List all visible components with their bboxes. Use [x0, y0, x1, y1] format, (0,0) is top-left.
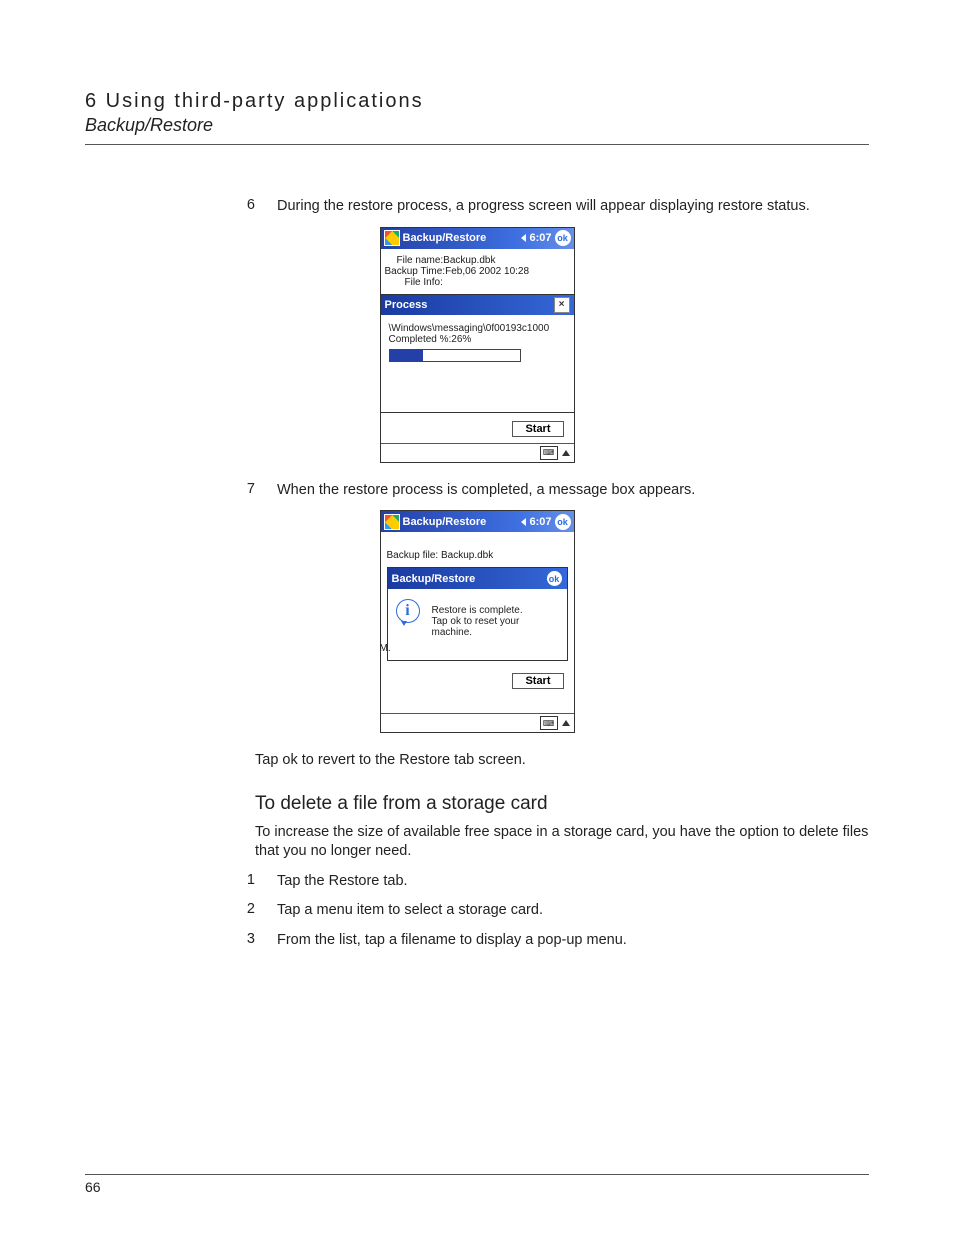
process-path: \Windows\messaging\0f00193c1000 [389, 323, 566, 334]
section-title: Backup/Restore [85, 115, 869, 136]
backup-file-line: Backup file: Backup.dbk [387, 550, 568, 561]
process-completed: Completed %:26% [389, 334, 566, 345]
up-arrow-icon[interactable] [562, 720, 570, 726]
titlebar: Backup/Restore 6:07 ok [381, 511, 574, 532]
pocketpc-screenshot: Backup/Restore 6:07 ok Backup file: Back… [380, 510, 575, 733]
step-text: During the restore process, a progress s… [277, 197, 869, 217]
step-text: Tap the Restore tab. [277, 872, 869, 892]
progress-bar [389, 349, 521, 362]
taskbar: ⌨ [381, 443, 574, 462]
speaker-icon[interactable] [521, 518, 526, 526]
process-dialog: Process × \Windows\messaging\0f00193c100… [380, 294, 575, 413]
header-rule [85, 144, 869, 145]
delete-step-2: 2 Tap a menu item to select a storage ca… [85, 901, 869, 921]
progress-fill [390, 350, 424, 361]
dialog-titlebar: Backup/Restore ok [388, 568, 567, 589]
keyboard-icon[interactable]: ⌨ [540, 446, 558, 460]
process-title: Process [385, 299, 428, 311]
ok-button[interactable]: ok [555, 230, 571, 246]
process-titlebar: Process × [381, 295, 574, 315]
step-text: When the restore process is completed, a… [277, 481, 869, 501]
figure-complete-message: Backup/Restore 6:07 ok Backup file: Back… [85, 510, 869, 733]
step-7: 7 When the restore process is completed,… [85, 481, 869, 501]
truncated-label: M. [380, 643, 391, 654]
step-text: Tap a menu item to select a storage card… [277, 901, 869, 921]
app-title: Backup/Restore [403, 516, 487, 528]
subheading-delete-file: To delete a file from a storage card [255, 793, 869, 815]
close-icon[interactable]: × [554, 297, 570, 313]
page-header: 6 Using third-party applications Backup/… [85, 90, 869, 145]
dialog-title: Backup/Restore [392, 573, 476, 585]
step-number: 2 [85, 901, 277, 921]
step-number: 1 [85, 872, 277, 892]
pocketpc-screenshot: Backup/Restore 6:07 ok File name:Backup.… [380, 227, 575, 463]
step-number: 6 [85, 197, 277, 217]
step-6: 6 During the restore process, a progress… [85, 197, 869, 217]
app-title: Backup/Restore [403, 232, 487, 244]
up-arrow-icon[interactable] [562, 450, 570, 456]
keyboard-icon[interactable]: ⌨ [540, 716, 558, 730]
page-number: 66 [85, 1174, 869, 1195]
taskbar: ⌨ [381, 713, 574, 732]
start-button[interactable]: Start [512, 673, 563, 689]
file-name-line: File name:Backup.dbk [397, 255, 568, 266]
message-text: Restore is complete. Tap ok to reset you… [432, 605, 523, 638]
info-icon: i [396, 599, 420, 623]
step-number: 7 [85, 481, 277, 501]
start-button[interactable]: Start [512, 421, 563, 437]
start-flag-icon[interactable] [384, 230, 400, 246]
start-flag-icon[interactable] [384, 514, 400, 530]
subheading-paragraph: To increase the size of available free s… [255, 823, 869, 862]
delete-step-1: 1 Tap the Restore tab. [85, 872, 869, 892]
chapter-title: 6 Using third-party applications [85, 90, 869, 113]
clock: 6:07 [529, 516, 551, 528]
dialog-ok-button[interactable]: ok [546, 570, 563, 587]
titlebar: Backup/Restore 6:07 ok [381, 228, 574, 249]
post-step7-text: Tap ok to revert to the Restore tab scre… [255, 751, 869, 771]
figure-progress-screen: Backup/Restore 6:07 ok File name:Backup.… [85, 227, 869, 463]
backup-time-line: Backup Time:Feb,06 2002 10:28 [385, 266, 568, 277]
ok-button[interactable]: ok [555, 514, 571, 530]
speaker-icon[interactable] [521, 234, 526, 242]
clock: 6:07 [529, 232, 551, 244]
delete-step-3: 3 From the list, tap a filename to displ… [85, 931, 869, 951]
file-info-line: File Info: [405, 277, 568, 288]
step-number: 3 [85, 931, 277, 951]
message-dialog: Backup/Restore ok i Restore is complete.… [387, 567, 568, 661]
step-text: From the list, tap a filename to display… [277, 931, 869, 951]
